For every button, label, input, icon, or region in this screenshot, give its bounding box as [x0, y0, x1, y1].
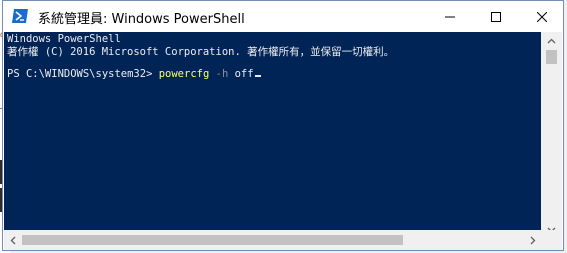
console-output[interactable]: Windows PowerShell 著作權 (C) 2016 Microsof… [4, 32, 541, 238]
window-title: 系統管理員: Windows PowerShell [38, 12, 245, 27]
powershell-window: 系統管理員: Windows PowerShell Windows PowerS… [2, 0, 564, 251]
vertical-scrollbar[interactable] [541, 32, 562, 238]
command-argument: off [228, 68, 254, 80]
maximize-icon [491, 11, 501, 22]
command-flag: -h [209, 68, 229, 80]
prompt-text: PS C:\WINDOWS\system32> [7, 68, 159, 80]
horizontal-scrollbar[interactable] [4, 230, 541, 250]
text-cursor [254, 75, 261, 77]
scroll-left-button[interactable] [4, 230, 21, 250]
prompt-line[interactable]: PS C:\WINDOWS\system32> powercfg -h off [7, 68, 261, 80]
horizontal-scroll-thumb[interactable] [22, 235, 403, 245]
chevron-left-icon [10, 236, 15, 244]
command-name: powercfg [158, 68, 210, 80]
close-icon [537, 11, 547, 22]
maximize-button[interactable] [473, 1, 519, 32]
chevron-up-icon [547, 38, 556, 43]
scroll-up-button[interactable] [541, 32, 562, 49]
chevron-right-icon [530, 236, 535, 244]
close-button[interactable] [519, 1, 565, 32]
minimize-button[interactable] [427, 1, 473, 32]
scrollbar-corner [541, 230, 562, 250]
vertical-scroll-thumb[interactable] [546, 50, 557, 64]
copyright-line: 著作權 (C) 2016 Microsoft Corporation. 著作權所… [7, 46, 395, 58]
powershell-icon [12, 9, 28, 23]
scroll-right-button[interactable] [524, 230, 541, 250]
minimize-icon [445, 16, 455, 17]
title-bar[interactable]: 系統管理員: Windows PowerShell [3, 1, 563, 32]
